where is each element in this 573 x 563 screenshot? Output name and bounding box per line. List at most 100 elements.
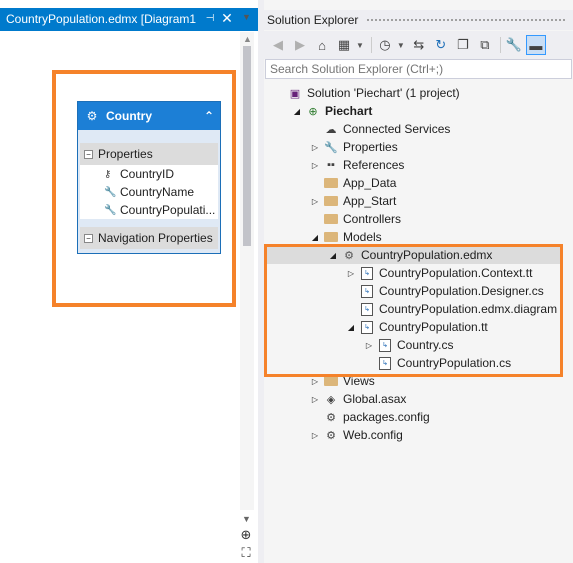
properties-icon[interactable]: 🔧 xyxy=(504,35,524,55)
tree-item[interactable]: ▷ App_Start xyxy=(308,192,396,210)
collapsed-arrow-icon[interactable]: ▷ xyxy=(308,431,322,440)
tree-item-label: Properties xyxy=(343,140,398,154)
tree-item-label: App_Data xyxy=(343,176,397,190)
tree-item[interactable]: ◢ Models xyxy=(308,228,382,246)
drag-grip[interactable] xyxy=(366,17,567,23)
file-shape: ↳ xyxy=(379,338,391,352)
scroll-down-icon[interactable]: ▼ xyxy=(242,514,251,524)
tree-item[interactable]: ▷ Views xyxy=(308,372,375,390)
pending-changes-icon[interactable]: ◷ xyxy=(375,35,395,55)
tree-item-label: Views xyxy=(343,374,375,388)
tree-item[interactable]: ↳ CountryPopulation.cs xyxy=(362,354,511,372)
property-row[interactable]: 🔧 CountryName xyxy=(82,183,216,201)
tab-edmx-diagram[interactable]: CountryPopulation.edmx [Diagram1 ⊣ ✕ xyxy=(0,8,258,29)
folder-icon xyxy=(322,212,340,226)
expanded-arrow-icon[interactable]: ◢ xyxy=(326,251,340,260)
home-icon[interactable]: ⌂ xyxy=(312,35,332,55)
wrench-icon: 🔧 xyxy=(324,141,338,154)
tree-item[interactable]: ▷ ⚙ Web.config xyxy=(308,426,403,444)
tree-item[interactable]: ⚙ packages.config xyxy=(308,408,430,426)
preview-icon[interactable]: ▬ xyxy=(525,35,546,55)
toolbar-separator xyxy=(370,37,372,53)
search-input[interactable] xyxy=(265,59,572,79)
property-name: CountryID xyxy=(120,167,175,181)
tree-item-label: CountryPopulation.Designer.cs xyxy=(379,284,544,298)
entity-shape-country[interactable]: ⚙ Country ⌃ − Properties ⚷ CountryID 🔧 C… xyxy=(77,101,221,254)
tree-item[interactable]: App_Data xyxy=(308,174,396,192)
zoom-icon[interactable]: ⊕ xyxy=(238,527,254,543)
template-icon: ↳ xyxy=(376,356,394,370)
cloud-icon: ☁ xyxy=(325,123,337,136)
folder-icon xyxy=(322,230,340,244)
tree-item[interactable]: ↳ CountryPopulation.edmx.diagram xyxy=(344,300,557,318)
fit-diagram-icon[interactable]: ⛶ xyxy=(238,545,254,561)
tree-item-label: CountryPopulation.cs xyxy=(397,356,512,370)
back-icon[interactable]: ◀ xyxy=(268,35,288,55)
collapse-box-icon[interactable]: − xyxy=(84,233,93,243)
solution-explorer-title-bar: Solution Explorer xyxy=(264,10,573,30)
vertical-scrollbar[interactable]: ▲ ▼ xyxy=(240,32,254,524)
collapse-up-icon[interactable]: ⌃ xyxy=(198,109,220,123)
tree-item[interactable]: ▷ 🔧 Properties xyxy=(308,138,398,156)
expanded-arrow-icon[interactable]: ◢ xyxy=(344,323,358,332)
tree-item-label: Piechart xyxy=(325,104,373,118)
collapsed-arrow-icon[interactable]: ▷ xyxy=(308,161,322,170)
properties-section-header[interactable]: − Properties xyxy=(80,143,218,165)
scroll-up-icon[interactable]: ▲ xyxy=(243,34,252,44)
pin-icon[interactable]: ⊣ xyxy=(202,13,218,24)
collapse-all-icon[interactable]: ❐ xyxy=(453,35,473,55)
tab-underline xyxy=(0,29,258,31)
entity-header[interactable]: ⚙ Country ⌃ xyxy=(78,102,220,130)
file-shape: ↳ xyxy=(361,266,373,280)
expanded-arrow-icon[interactable]: ◢ xyxy=(308,233,322,242)
show-all-files-icon[interactable]: ⧉ xyxy=(475,35,495,55)
edmx-icon: ⚙ xyxy=(344,249,354,262)
tree-item[interactable]: ▷ ◈ Global.asax xyxy=(308,390,406,408)
property-row[interactable]: 🔧 CountryPopulati... xyxy=(82,201,216,219)
close-icon[interactable]: ✕ xyxy=(218,10,236,27)
tree-item[interactable]: ◢ ⊕ Piechart xyxy=(290,102,372,120)
file-shape: ↳ xyxy=(361,320,373,334)
tree-item[interactable]: ▷ ↳ CountryPopulation.Context.tt xyxy=(344,264,533,282)
collapsed-arrow-icon[interactable]: ▷ xyxy=(362,341,376,350)
collapsed-arrow-icon[interactable]: ▷ xyxy=(308,143,322,152)
template-icon: ↳ xyxy=(358,320,376,334)
properties-list: ⚷ CountryID 🔧 CountryName 🔧 CountryPopul… xyxy=(80,165,218,219)
folder-icon xyxy=(322,194,340,208)
solution-explorer-title: Solution Explorer xyxy=(267,13,359,27)
collapsed-arrow-icon[interactable]: ▷ xyxy=(344,269,358,278)
chevron-down-icon[interactable]: ▼ xyxy=(397,41,405,50)
property-row[interactable]: ⚷ CountryID xyxy=(82,165,216,183)
refresh-icon[interactable]: ↻ xyxy=(431,35,451,55)
navigation-section-header[interactable]: − Navigation Properties xyxy=(80,227,218,249)
sync-icon[interactable]: ⇆ xyxy=(409,35,429,55)
switch-views-icon[interactable]: ▦ xyxy=(334,35,354,55)
tree-item[interactable]: ☁ Connected Services xyxy=(308,120,451,138)
global-asax-icon: ◈ xyxy=(326,393,336,406)
file-shape: ↳ xyxy=(379,356,391,370)
navigation-header-label: Navigation Properties xyxy=(98,231,213,245)
tree-item[interactable]: ▷ ▪▪ References xyxy=(308,156,404,174)
expanded-arrow-icon[interactable]: ◢ xyxy=(290,107,304,116)
template-icon: ↳ xyxy=(376,338,394,352)
tree-item[interactable]: ◢ ↳ CountryPopulation.tt xyxy=(344,318,488,336)
folder-shape xyxy=(324,232,338,242)
collapsed-arrow-icon[interactable]: ▷ xyxy=(308,197,322,206)
forward-icon[interactable]: ▶ xyxy=(290,35,310,55)
tree-item[interactable]: ▣ Solution 'Piechart' (1 project) xyxy=(272,84,460,102)
tree-item[interactable]: ▷ ↳ Country.cs xyxy=(362,336,454,354)
tree-item[interactable]: ↳ CountryPopulation.Designer.cs xyxy=(344,282,544,300)
chevron-down-icon[interactable]: ▼ xyxy=(356,41,364,50)
collapsed-arrow-icon[interactable]: ▷ xyxy=(308,377,322,386)
tree-item-label: Connected Services xyxy=(343,122,451,136)
properties-header-label: Properties xyxy=(98,147,153,161)
collapse-box-icon[interactable]: − xyxy=(84,149,93,159)
tree-item-label: Models xyxy=(343,230,382,244)
chevron-down-icon[interactable]: ▼ xyxy=(242,12,252,22)
references-icon: ▪▪ xyxy=(327,159,335,171)
tree-item[interactable]: Controllers xyxy=(308,210,401,228)
collapsed-arrow-icon[interactable]: ▷ xyxy=(308,395,322,404)
scrollbar-thumb[interactable] xyxy=(243,46,251,246)
tree-item-label: CountryPopulation.edmx.diagram xyxy=(379,302,558,316)
tree-item[interactable]: ◢ ⚙ CountryPopulation.edmx xyxy=(326,246,493,264)
